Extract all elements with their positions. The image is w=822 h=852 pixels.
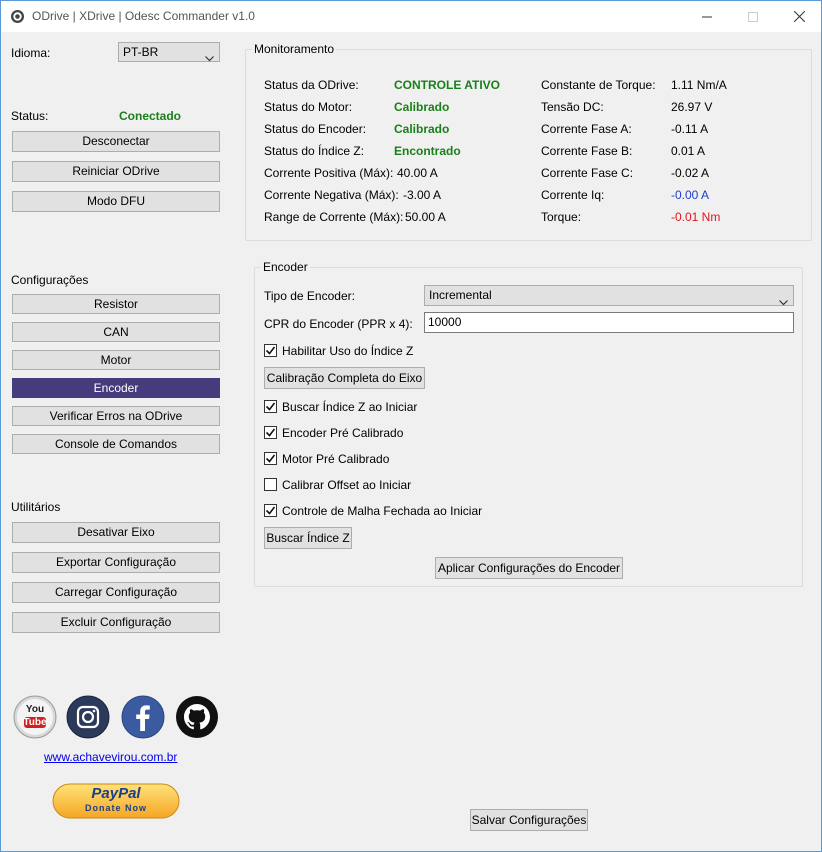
dc-voltage-value: 26.97 V [671, 100, 713, 114]
search-index-startup-checkbox[interactable] [264, 400, 277, 413]
encoder-status-label: Status do Encoder: [264, 122, 367, 136]
phase-c-value: -0.02 A [671, 166, 710, 180]
connection-status: Conectado [119, 109, 182, 123]
save-config-button[interactable]: Salvar Configurações [470, 809, 588, 831]
app-gear-icon [10, 9, 25, 24]
current-range-value: 50.00 A [405, 210, 446, 224]
minimize-icon [702, 16, 712, 17]
disconnect-button[interactable]: Desconectar [12, 131, 220, 152]
close-icon [793, 11, 805, 22]
calibrate-offset-label[interactable]: Calibrar Offset ao Iniciar [282, 478, 411, 492]
calibrate-offset-checkbox[interactable] [264, 478, 277, 491]
status-label: Status: [11, 109, 49, 123]
index-z-status-label: Status do Índice Z: [264, 144, 365, 158]
positive-current-value: 40.00 A [397, 166, 438, 180]
checkmark-icon [266, 454, 275, 463]
torque-constant-value: 1.11 Nm/A [671, 78, 727, 92]
motor-precalibrated-checkbox[interactable] [264, 452, 277, 465]
current-iq-value: -0.00 A [671, 188, 710, 202]
dfu-mode-button[interactable]: Modo DFU [12, 191, 220, 212]
cpr-input[interactable]: 10000 [424, 312, 794, 333]
checkmark-icon [266, 506, 275, 515]
close-button[interactable] [776, 1, 821, 32]
encoder-type-value: Incremental [429, 288, 492, 302]
restart-odrive-button[interactable]: Reiniciar ODrive [12, 161, 220, 182]
encoder-type-label: Tipo de Encoder: [264, 289, 355, 303]
checkmark-icon [266, 428, 275, 437]
phase-a-value: -0.11 A [671, 122, 709, 136]
window-title: ODrive | XDrive | Odesc Commander v1.0 [32, 9, 255, 23]
website-link[interactable]: www.achavevirou.com.br [44, 750, 177, 764]
config-heading: Configurações [11, 273, 89, 287]
encoder-group-title: Encoder [261, 260, 310, 274]
utils-heading: Utilitários [11, 500, 61, 514]
facebook-icon[interactable] [121, 695, 165, 739]
checkmark-icon [266, 402, 275, 411]
delete-config-button[interactable]: Excluir Configuração [12, 612, 220, 633]
paypal-donate-text: Donate Now [84, 803, 147, 813]
youtube-label-bottom: Tube [23, 717, 47, 728]
maximize-icon [748, 11, 758, 22]
motor-button[interactable]: Motor [12, 350, 220, 370]
index-z-checkbox[interactable] [264, 344, 277, 357]
current-iq-label: Corrente Iq: [541, 188, 605, 202]
cpr-label: CPR do Encoder (PPR x 4): [264, 317, 413, 331]
closed-loop-startup-checkbox[interactable] [264, 504, 277, 517]
command-console-button[interactable]: Console de Comandos [12, 434, 220, 454]
encoder-precalibrated-label[interactable]: Encoder Pré Calibrado [282, 426, 403, 440]
encoder-button[interactable]: Encoder [12, 378, 220, 398]
encoder-status-value: Calibrado [394, 122, 450, 136]
encoder-type-select[interactable]: Incremental [424, 285, 794, 306]
paypal-logo-text: PayPal [91, 785, 141, 802]
minimize-button[interactable] [684, 1, 730, 32]
github-icon[interactable] [175, 695, 219, 739]
index-z-status-value: Encontrado [394, 144, 461, 158]
can-button[interactable]: CAN [12, 322, 220, 342]
negative-current-label: Corrente Negativa (Máx): [264, 188, 399, 202]
chevron-down-icon [205, 49, 214, 67]
paypal-donate-button[interactable]: PayPal Donate Now [52, 783, 180, 819]
index-z-checkbox-label[interactable]: Habilitar Uso do Índice Z [282, 344, 413, 358]
phase-b-value: 0.01 A [671, 144, 706, 158]
disable-axis-button[interactable]: Desativar Eixo [12, 522, 220, 543]
motor-status-label: Status do Motor: [264, 100, 353, 114]
language-label: Idioma: [11, 46, 51, 60]
load-config-button[interactable]: Carregar Configuração [12, 582, 220, 603]
youtube-label-top: You [25, 704, 45, 715]
monitor-group-title: Monitoramento [252, 42, 337, 56]
dc-voltage-label: Tensão DC: [541, 100, 604, 114]
language-select[interactable]: PT-BR [118, 42, 220, 62]
current-range-label: Range de Corrente (Máx): [264, 210, 404, 224]
youtube-icon[interactable]: You Tube [13, 695, 57, 739]
search-index-z-button[interactable]: Buscar Índice Z [264, 527, 352, 549]
encoder-precalibrated-checkbox[interactable] [264, 426, 277, 439]
torque-constant-label: Constante de Torque: [541, 78, 656, 92]
apply-encoder-config-button[interactable]: Aplicar Configurações do Encoder [435, 557, 623, 579]
language-value: PT-BR [123, 45, 159, 59]
phase-a-label: Corrente Fase A: [541, 122, 632, 136]
checkmark-icon [266, 346, 275, 355]
closed-loop-startup-label[interactable]: Controle de Malha Fechada ao Iniciar [282, 504, 482, 518]
instagram-icon[interactable] [66, 695, 110, 739]
motor-status-value: Calibrado [394, 100, 450, 114]
chevron-down-icon [779, 293, 788, 311]
torque-label: Torque: [541, 210, 582, 224]
search-index-startup-label[interactable]: Buscar Índice Z ao Iniciar [282, 400, 417, 414]
full-calibration-button[interactable]: Calibração Completa do Eixo [264, 367, 425, 389]
check-errors-button[interactable]: Verificar Erros na ODrive [12, 406, 220, 426]
motor-precalibrated-label[interactable]: Motor Pré Calibrado [282, 452, 389, 466]
title-bar: ODrive | XDrive | Odesc Commander v1.0 [1, 1, 821, 32]
phase-b-label: Corrente Fase B: [541, 144, 633, 158]
odrive-status-value: CONTROLE ATIVO [394, 78, 500, 92]
resistor-button[interactable]: Resistor [12, 294, 220, 314]
export-config-button[interactable]: Exportar Configuração [12, 552, 220, 573]
phase-c-label: Corrente Fase C: [541, 166, 634, 180]
torque-value: -0.01 Nm [671, 210, 721, 224]
positive-current-label: Corrente Positiva (Máx): [264, 166, 394, 180]
negative-current-value: -3.00 A [403, 188, 442, 202]
odrive-status-label: Status da ODrive: [264, 78, 359, 92]
app-window: ODrive | XDrive | Odesc Commander v1.0 I… [0, 0, 822, 852]
maximize-button[interactable] [730, 1, 776, 32]
